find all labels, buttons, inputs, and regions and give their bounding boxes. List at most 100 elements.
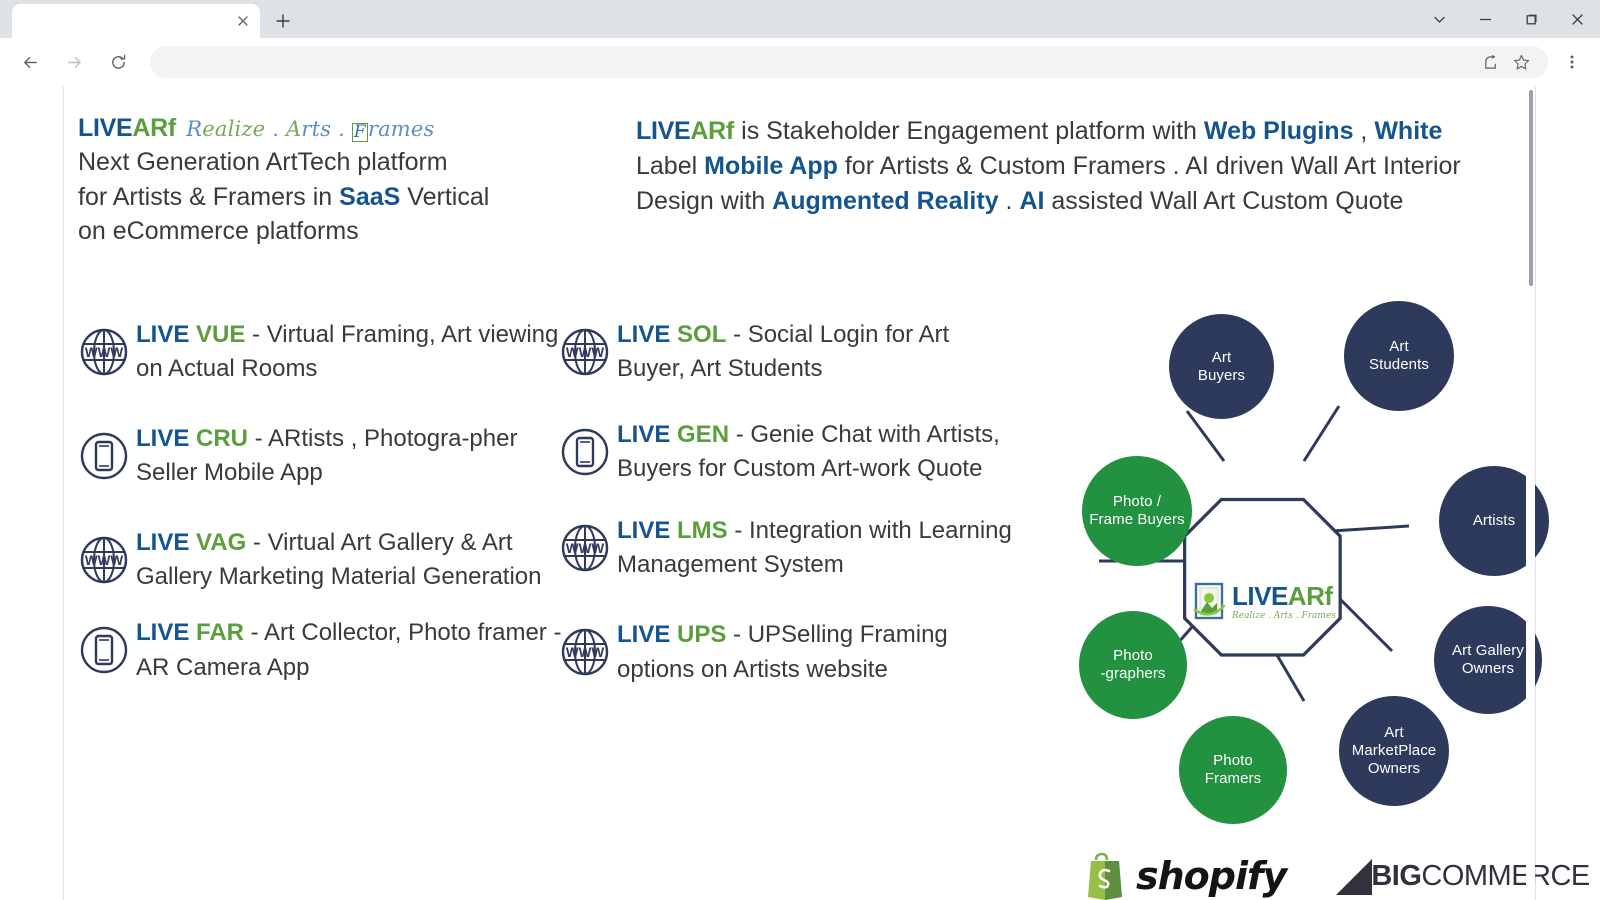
center-logo: LIVEARf Realize . Arts . Frames — [1192, 581, 1362, 623]
feature-code-label: CRU — [196, 425, 249, 453]
platform-logos: shopify BIG COMMERCE — [1084, 846, 1590, 900]
new-tab-button[interactable] — [268, 6, 298, 36]
right-hdr-augmented-reality: Augmented Reality — [772, 186, 999, 215]
tagline-r: R — [186, 117, 203, 141]
feature-text: LIVE LMS - Integration with Learning Man… — [611, 514, 1019, 582]
center-brand-f: f — [1324, 581, 1334, 611]
tagline-f-box: F — [351, 122, 368, 142]
mobile-phone-icon — [78, 430, 130, 487]
feature-code-label: LMS — [677, 517, 728, 545]
back-arrow-icon[interactable] — [13, 45, 47, 79]
node-label-line: Framers — [1204, 770, 1262, 787]
feature-code-label: GEN — [677, 421, 730, 449]
stakeholder-diagram: LIVEARf Realize . Arts . Frames Art Buyer… — [1014, 281, 1549, 841]
feature-text: LIVE SOL - Social Login for Art Buyer, A… — [611, 318, 1019, 386]
feature-column-left: WWW LIVE VUE - Virtual Framing, Art viewi… — [78, 318, 578, 713]
feature-text: LIVE CRU - ARtists , Photogra-pher Selle… — [130, 422, 578, 490]
feature-item-cru: LIVE CRU - ARtists , Photogra-pher Selle… — [78, 422, 578, 490]
feature-live-label: LIVE — [136, 529, 197, 557]
node-photo-frame-buyers: Photo / Frame Buyers — [1082, 456, 1192, 566]
globe-www-icon: WWW — [561, 629, 609, 676]
node-label: Photo Framers — [1205, 752, 1262, 787]
minimize-icon[interactable] — [1462, 0, 1508, 38]
bigcommerce-mark-icon — [1336, 859, 1373, 895]
tagline-sep1: . — [265, 117, 286, 141]
feature-code-label: FAR — [196, 619, 245, 647]
page-viewport: LIVEARf Realize . Arts . Frames Next Gene… — [0, 86, 1600, 900]
three-dot-menu-icon[interactable] — [1556, 46, 1588, 78]
forward-arrow-icon[interactable] — [57, 45, 91, 79]
svg-text:WWW: WWW — [566, 541, 604, 556]
right-hdr-p6: assisted Wall Art Custom Quote — [1044, 186, 1404, 215]
svg-text:WWW: WWW — [566, 345, 604, 360]
right-hdr-mobile-app: Mobile App — [704, 151, 838, 180]
brand-tagline: Realize . Arts . Frames — [186, 117, 434, 142]
right-brand-f-text: f — [725, 117, 735, 145]
globe-www-icon: WWW — [80, 537, 128, 584]
window-close-icon[interactable] — [1554, 0, 1600, 38]
node-label-line: Art — [1384, 724, 1404, 742]
node-label-line: Art — [1211, 348, 1232, 366]
globe-www-icon: WWW — [78, 326, 130, 383]
node-label-line: Buyers — [1197, 366, 1246, 384]
feature-item-lms: WWW LIVE LMS - Integration with Learning … — [559, 514, 1019, 582]
tagline-rts: rts — [301, 117, 332, 141]
right-brand-live-text: LIVE — [636, 117, 691, 145]
globe-www-icon: WWW — [561, 525, 609, 572]
shopify-wordmark: shopify — [1136, 854, 1287, 898]
right-hdr-p2: , — [1353, 117, 1375, 145]
brand-logo-left: LIVEARf Realize . Arts . Frames — [78, 114, 578, 143]
node-label-line: Art Gallery — [1452, 642, 1524, 660]
maximize-icon[interactable] — [1508, 0, 1554, 38]
right-hdr-p1: is Stakeholder Engagement platform with — [734, 117, 1204, 145]
svg-text:WWW: WWW — [85, 345, 123, 360]
scrollbar-thumb[interactable] — [1529, 90, 1533, 286]
feature-item-vue: WWW LIVE VUE - Virtual Framing, Art viewi… — [78, 318, 578, 386]
node-label-line: Owners — [1367, 759, 1421, 777]
address-bar[interactable] — [150, 46, 1548, 78]
share-icon[interactable] — [1478, 49, 1504, 75]
tagline-ealize: ealize — [202, 117, 266, 141]
feature-text: LIVE FAR - Art Collector, Photo framer -… — [130, 616, 578, 684]
right-hdr-ai: AI — [1019, 186, 1045, 215]
browser-tab[interactable] — [12, 4, 260, 38]
left-hdr-saas: SaaS — [339, 182, 401, 211]
feature-text: LIVE UPS - UPSelling Framing options on … — [611, 618, 1019, 686]
node-photographers: Photo -graphers — [1079, 611, 1187, 719]
feature-text: LIVE VUE - Virtual Framing, Art viewing … — [130, 318, 578, 386]
brand-f-text: f — [167, 114, 177, 142]
globe-www-icon: WWW — [559, 522, 611, 579]
bookmark-star-icon[interactable] — [1508, 49, 1534, 75]
node-label: Art Students — [1369, 338, 1429, 373]
bigcommerce-big-text: BIG — [1371, 859, 1422, 892]
center-brand-ar: AR — [1287, 581, 1325, 611]
framed-art-icon — [1193, 582, 1226, 620]
mobile-phone-icon — [561, 428, 609, 476]
tab-search-chevron-icon[interactable] — [1416, 0, 1462, 38]
node-art-buyers: Art Buyers — [1169, 314, 1274, 419]
right-header-block: LIVEARf is Stakeholder Engagement platfo… — [636, 114, 1506, 218]
reload-icon[interactable] — [101, 45, 135, 79]
feature-code-label: VUE — [196, 321, 246, 348]
feature-item-vag: WWW LIVE VAG - Virtual Art Gallery & Art … — [78, 526, 578, 594]
feature-code-label: UPS — [677, 621, 727, 649]
node-label-line: -graphers — [1100, 665, 1166, 682]
node-art-students: Art Students — [1344, 301, 1454, 411]
right-hdr-white: White — [1374, 117, 1443, 145]
node-label-line: Artists — [1472, 512, 1516, 530]
tagline-a: A — [285, 117, 302, 141]
feature-item-ups: WWW LIVE UPS - UPSelling Framing options … — [559, 618, 1019, 686]
page-scrollbar[interactable] — [1526, 86, 1535, 900]
feature-live-label: LIVE — [617, 621, 678, 649]
left-hdr-line3: on eCommerce platforms — [78, 217, 359, 246]
node-label-line: Art — [1389, 338, 1409, 356]
tab-close-icon[interactable] — [232, 10, 254, 32]
slide-content: LIVEARf Realize . Arts . Frames Next Gene… — [63, 86, 1590, 900]
shopify-logo: shopify — [1084, 852, 1287, 900]
feature-live-label: LIVE — [136, 321, 197, 348]
node-label-line: Owners — [1461, 660, 1515, 677]
center-octagon — [1183, 497, 1342, 657]
globe-www-icon: WWW — [561, 328, 609, 376]
window-controls — [1416, 0, 1600, 38]
right-hdr-p5: . — [998, 186, 1020, 215]
